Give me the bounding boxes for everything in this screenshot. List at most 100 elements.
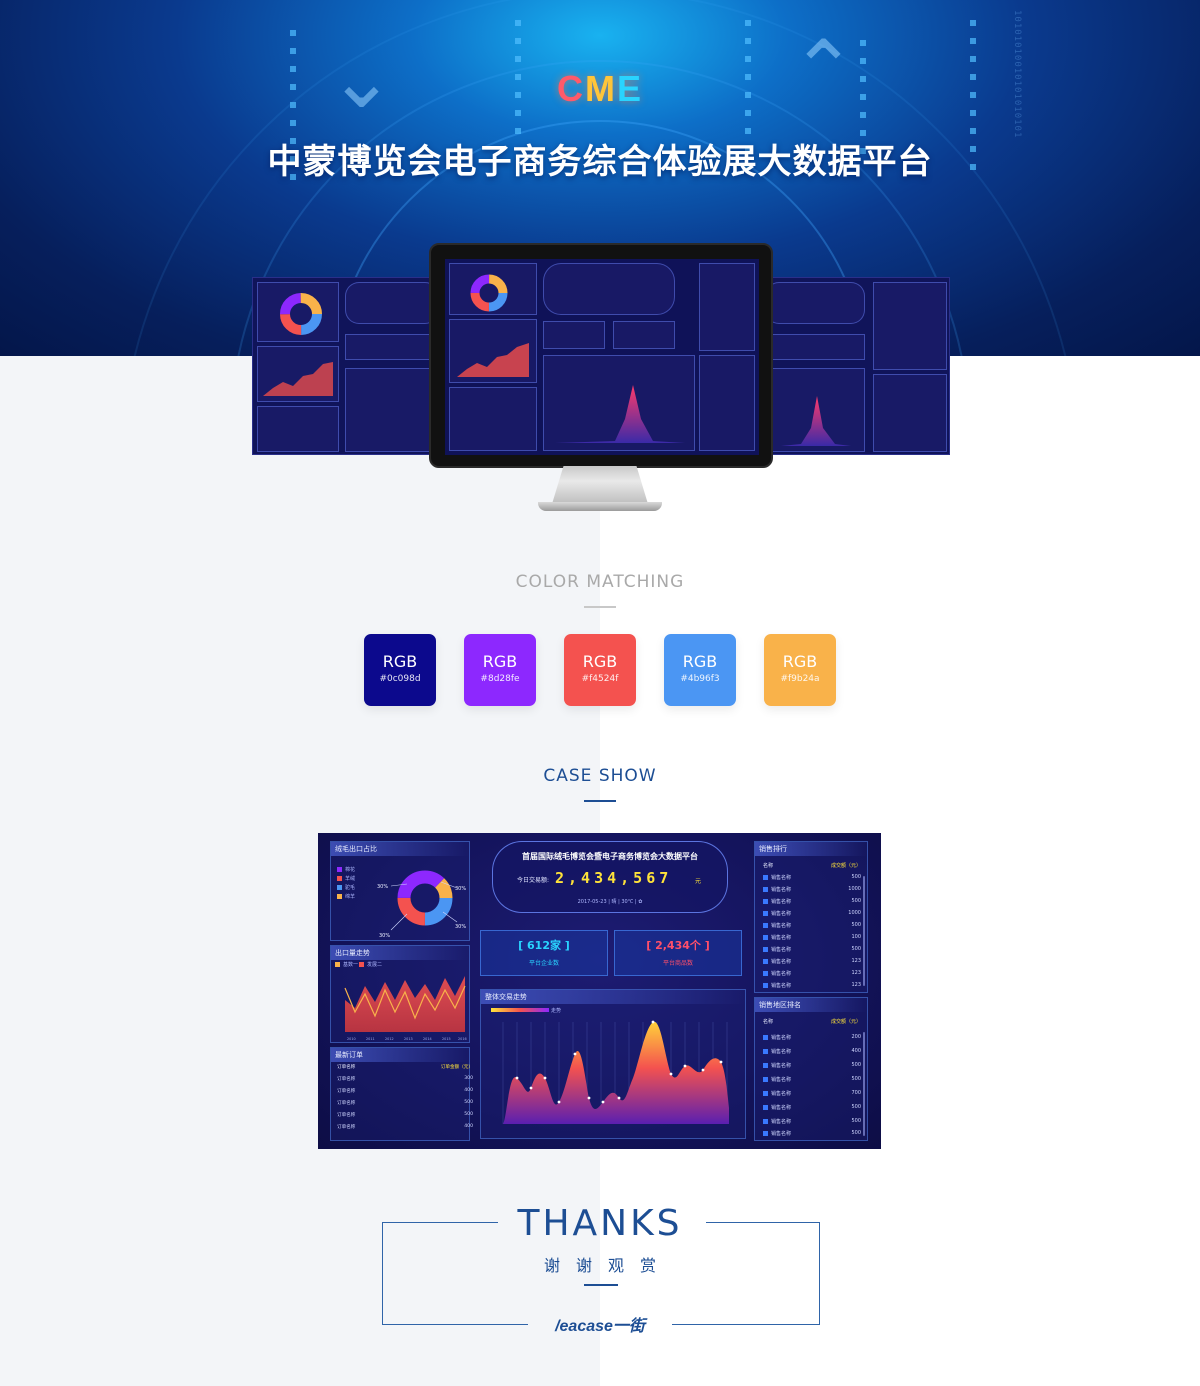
hero-title: 中蒙博览会电子商务综合体验展大数据平台 xyxy=(267,142,933,182)
order-row: 订单名称 400 xyxy=(337,1088,473,1094)
rank-row: 销售名称 123 xyxy=(763,982,861,989)
panel-title: 绒毛出口占比 xyxy=(331,842,469,856)
today-value: 2,434,567 xyxy=(555,869,673,887)
mini-peak-chart xyxy=(555,385,685,443)
donut-pct-label: 30% xyxy=(455,886,466,892)
rank-row: 销售名称 500 xyxy=(763,946,861,953)
mini-donut-chart xyxy=(470,274,508,312)
monitor-base xyxy=(538,502,662,511)
swatch-hex: #f9b24a xyxy=(780,674,820,684)
rank-row: 销售名称 1000 xyxy=(763,910,861,917)
rank-row: 销售名称 500 xyxy=(763,922,861,929)
rank-row: 销售名称 500 xyxy=(763,898,861,905)
rank-row: 销售名称 500 xyxy=(763,1118,861,1125)
mini-panel xyxy=(873,282,947,370)
rank-row: 销售名称 700 xyxy=(763,1090,861,1097)
legend-item: 绵羊 xyxy=(337,893,355,900)
side-screen-left xyxy=(252,277,442,455)
panel-title: 销售排行 xyxy=(755,842,867,856)
donut-pct-label: 30% xyxy=(379,933,390,939)
swatch-hex: #8d28fe xyxy=(480,674,520,684)
scrollbar[interactable] xyxy=(863,1032,865,1136)
color-swatch: RGB #8d28fe xyxy=(464,634,536,706)
export-area-chart: 2010 2011 2012 2013 2014 2015 2016 xyxy=(344,976,467,1041)
swatch-hex: #f4524f xyxy=(581,674,619,684)
sales-rank-panel: 销售排行 名称 成交额（元） 销售名称 500 销售名称 1000 销售名称 500 销… xyxy=(754,841,868,993)
export-trend-panel: 出口量走势 基数一 发展二 2010 2011 2012 2013 2014 2… xyxy=(330,945,470,1043)
thanks-subtitle: 谢谢观赏 xyxy=(543,1256,672,1275)
scrollbar[interactable] xyxy=(863,876,865,986)
x-tick-label: 2014 xyxy=(423,1037,432,1041)
mini-panel xyxy=(699,355,755,451)
mini-panel xyxy=(449,387,537,451)
hero-chevron-up-icon: ⌃ xyxy=(790,23,858,116)
mini-panel xyxy=(699,263,755,351)
cme-logo: CME xyxy=(556,68,643,109)
dashboard-header: 首届国际绒毛博览会暨电子商务博览会大数据平台 今日交易额: 2,434,567 … xyxy=(492,841,728,913)
stat-value: [ 612家 ] xyxy=(518,939,570,952)
swatch-hex: #4b96f3 xyxy=(680,674,720,684)
donut-pct-label: 30% xyxy=(377,884,388,890)
legend-item: 驼毛 xyxy=(337,884,355,891)
stat-enterprises: [ 612家 ] 平台企业数 xyxy=(480,930,608,976)
legend-item: 基数一 xyxy=(335,961,358,968)
date-weather: 2017-05-23 | 晴 | 30℃ | ✿ xyxy=(577,899,643,905)
rank-row: 销售名称 100 xyxy=(763,934,861,941)
color-matching-title: COLOR MATCHING xyxy=(515,572,685,592)
rank-row: 销售名称 500 xyxy=(763,1076,861,1083)
eacase-logo: /eacase一街 xyxy=(555,1318,645,1335)
dashboard-screenshot: 绒毛出口占比 棉花 羊绒 驼毛 绵羊 30% 30% 30% 30% 出口量走势… xyxy=(318,833,881,1149)
mini-panel xyxy=(873,374,947,452)
swatch-label: RGB xyxy=(782,652,818,671)
rank-row: 销售名称 123 xyxy=(763,970,861,977)
mini-donut-chart xyxy=(280,293,322,335)
panel-title: 整体交易走势 xyxy=(481,990,745,1004)
mini-panel xyxy=(765,334,865,360)
stat-products: [ 2,434个 ] 平台商品数 xyxy=(614,930,742,976)
color-swatch: RGB #4b96f3 xyxy=(664,634,736,706)
order-row: 订单名称 500 xyxy=(337,1112,473,1118)
mini-panel xyxy=(543,321,605,349)
monitor-stand xyxy=(552,466,648,504)
hero-dotline xyxy=(515,20,521,140)
rank-row: 销售名称 500 xyxy=(763,874,861,881)
swatch-label: RGB xyxy=(682,652,718,671)
x-tick-label: 2013 xyxy=(404,1037,413,1041)
case-show-divider xyxy=(584,800,616,802)
x-tick-label: 2010 xyxy=(347,1037,356,1041)
donut-chart: 30% 30% 30% 30% xyxy=(377,870,466,939)
order-row: 订单名称 400 xyxy=(337,1124,473,1130)
legend-item: 羊绒 xyxy=(337,875,355,882)
x-tick-label: 2015 xyxy=(442,1037,451,1041)
stat-caption: 平台商品数 xyxy=(662,960,693,967)
side-screen-right xyxy=(760,277,950,455)
trade-area-chart xyxy=(502,1020,729,1124)
thanks-divider xyxy=(584,1284,618,1286)
mini-panel xyxy=(543,263,675,315)
mini-panel xyxy=(345,334,439,360)
trade-trend-panel: 整体交易走势 走势 xyxy=(480,989,746,1139)
stat-value: [ 2,434个 ] xyxy=(646,939,710,952)
panel-title: 销售地区排名 xyxy=(755,998,867,1012)
mini-panel xyxy=(257,406,339,452)
dashboard-title: 首届国际绒毛博览会暨电子商务博览会大数据平台 xyxy=(522,852,698,861)
rank-row: 销售名称 123 xyxy=(763,958,861,965)
color-swatch: RGB #f9b24a xyxy=(764,634,836,706)
rank-row: 销售名称 200 xyxy=(763,1034,861,1041)
mini-panel xyxy=(765,282,865,324)
stat-caption: 平台企业数 xyxy=(528,960,559,967)
panel-title: 最新订单 xyxy=(331,1048,469,1062)
monitor-mockup xyxy=(429,243,773,468)
thanks-title: THANKS xyxy=(517,1203,683,1244)
hero-binary-decoration: 10101010010101010101 xyxy=(1012,10,1022,139)
donut-pct-label: 30% xyxy=(455,924,466,930)
mini-area-chart xyxy=(263,362,333,396)
rank-row: 销售名称 400 xyxy=(763,1048,861,1055)
rank-row: 销售名称 500 xyxy=(763,1062,861,1069)
swatch-hex: #0c098d xyxy=(379,674,421,684)
x-tick-label: 2016 xyxy=(458,1037,467,1041)
case-show-title: CASE SHOW xyxy=(543,766,657,786)
hero-chevron-down-icon: ⌄ xyxy=(328,33,396,126)
orders-header: 订单名称 订单金额（元） xyxy=(337,1065,473,1070)
swatch-label: RGB xyxy=(382,652,418,671)
